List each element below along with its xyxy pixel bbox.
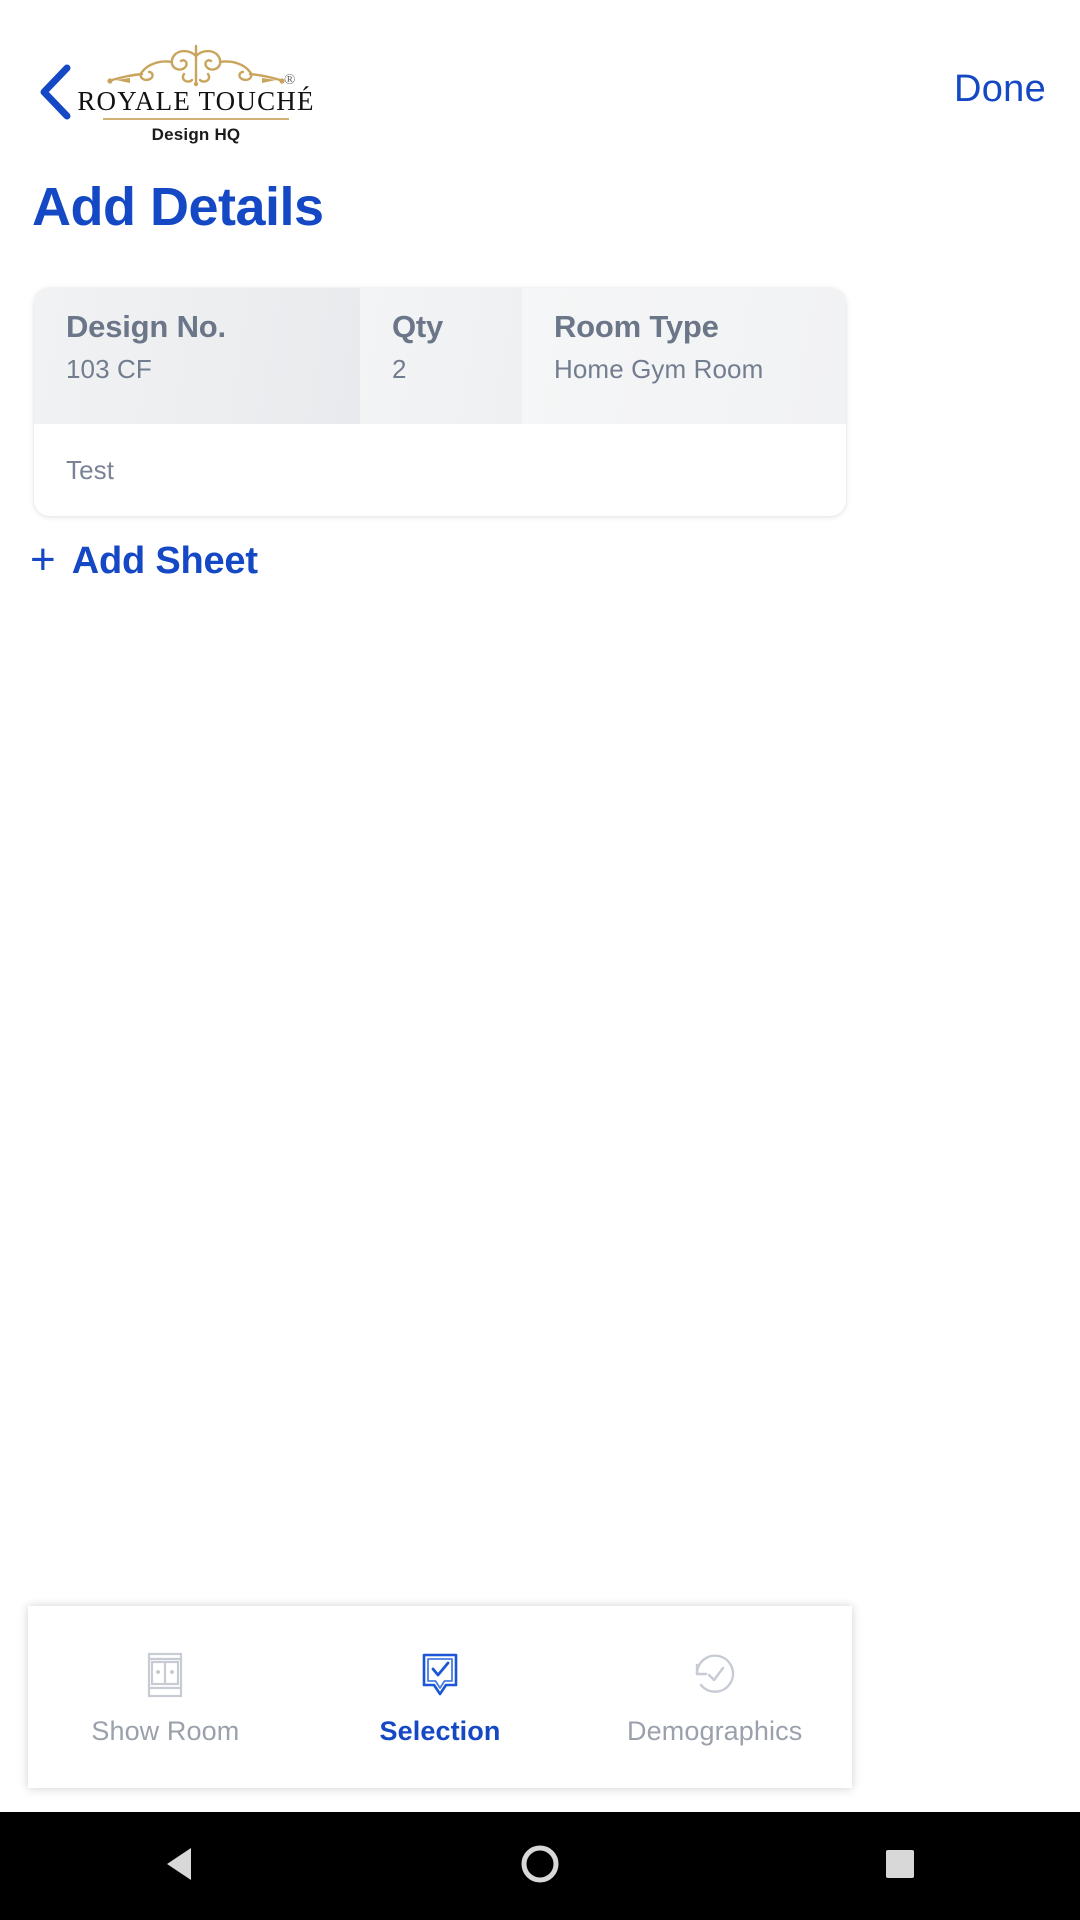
android-home-circle-icon <box>519 1843 561 1890</box>
tab-label: Show Room <box>91 1715 240 1746</box>
page-title: Add Details <box>32 177 324 237</box>
tab-demographics[interactable]: Demographics <box>577 1606 852 1788</box>
brand-wordmark: ROYALE TOUCHÉ <box>77 86 315 116</box>
android-recents-button[interactable] <box>840 1812 960 1920</box>
chevron-left-icon <box>37 64 71 120</box>
field-label: Design No. <box>66 309 226 344</box>
bottom-tab-bar: Show Room Selection Demographics <box>28 1606 852 1788</box>
android-recents-square-icon <box>882 1846 918 1887</box>
tab-label: Demographics <box>627 1715 803 1746</box>
detail-card-note[interactable]: Test <box>34 424 846 516</box>
field-value: 103 CF <box>66 353 152 384</box>
registered-trademark-icon: ® <box>284 72 296 88</box>
add-sheet-button[interactable]: + Add Sheet <box>30 535 258 584</box>
android-back-triangle-icon <box>161 1844 199 1889</box>
detail-card-columns: Design No. 103 CF Qty 2 Room Type Home G… <box>34 288 846 424</box>
android-home-button[interactable] <box>480 1812 600 1920</box>
tab-selection[interactable]: Selection <box>303 1606 578 1788</box>
app-header: ROYALE TOUCHÉ ® Design HQ Done <box>0 0 1080 170</box>
field-label: Qty <box>392 309 444 344</box>
add-sheet-label: Add Sheet <box>71 540 258 582</box>
field-label: Room Type <box>554 309 719 344</box>
history-clock-icon <box>688 1648 742 1702</box>
showroom-window-icon <box>138 1648 192 1702</box>
note-text: Test <box>66 454 115 485</box>
brand-logo: ROYALE TOUCHÉ ® Design HQ <box>77 44 313 152</box>
tab-show-room[interactable]: Show Room <box>28 1606 303 1788</box>
field-room-type[interactable]: Room Type Home Gym Room <box>522 288 846 424</box>
field-qty[interactable]: Qty 2 <box>360 288 522 424</box>
detail-card[interactable]: Design No. 103 CF Qty 2 Room Type Home G… <box>34 288 846 516</box>
done-button[interactable]: Done <box>954 70 1046 108</box>
field-design-no[interactable]: Design No. 103 CF <box>34 288 360 424</box>
brand-divider <box>103 118 289 120</box>
ornamental-flourish-icon <box>96 44 296 90</box>
android-back-button[interactable] <box>120 1812 240 1920</box>
field-value: 2 <box>392 353 407 384</box>
selection-check-bubble-icon <box>413 1648 467 1702</box>
tab-label: Selection <box>379 1715 501 1746</box>
plus-icon: + <box>30 535 56 584</box>
android-system-nav <box>0 1812 1080 1920</box>
field-value: Home Gym Room <box>554 353 764 384</box>
app-screen: ROYALE TOUCHÉ ® Design HQ Done Add Detai… <box>0 0 1080 1920</box>
brand-subtitle: Design HQ <box>151 125 241 144</box>
